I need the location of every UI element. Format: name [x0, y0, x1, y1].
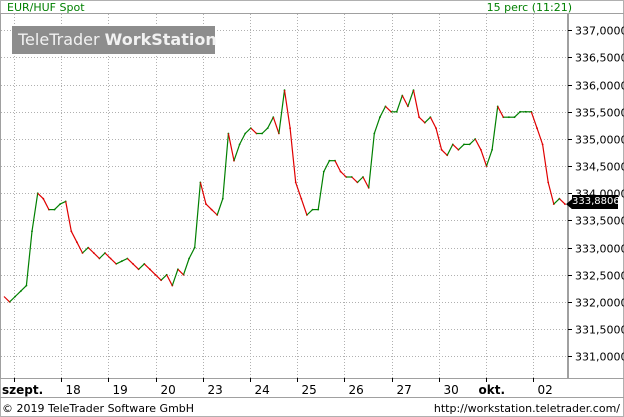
y-tick-label: 335,0000 [575, 134, 624, 147]
last-price-badge: 333,8806 [572, 195, 620, 209]
x-tick-label: 02 [538, 383, 553, 397]
y-tick-label: 334,5000 [575, 161, 624, 174]
teletrader-watermark-logo: TeleTrader WorkStation [12, 26, 217, 54]
watermark-part1: TeleTrader [18, 30, 105, 49]
plot-area [0, 13, 568, 379]
timeframe-label: 15 perc (11:21) [486, 1, 572, 14]
instrument-label: EUR/HUF Spot [7, 1, 85, 14]
website-link[interactable]: http://workstation.teletrader.com/ [434, 402, 620, 415]
y-tick-label: 337,0000 [575, 25, 624, 38]
chart-window: 331,0000 331,5000 332,0000 332,5000 333,0000… [0, 0, 624, 417]
data-point [564, 203, 566, 206]
x-tick-label: okt. [479, 383, 506, 397]
y-tick-label: 335,5000 [575, 107, 624, 120]
watermark-part2: WorkStation [104, 30, 217, 49]
x-tick-label: 25 [302, 383, 317, 397]
x-tick-label: 19 [113, 383, 128, 397]
y-tick-label: 332,0000 [575, 297, 624, 310]
y-tick-label: 332,5000 [575, 270, 624, 283]
x-tick-label: 18 [66, 383, 81, 397]
copyright-text: © 2019 TeleTrader Software GmbH [2, 402, 195, 415]
price-chart[interactable]: 331,0000 331,5000 332,0000 332,5000 333,0000… [0, 0, 624, 417]
y-tick-label: 333,5000 [575, 215, 624, 228]
x-tick-label: szept. [2, 383, 43, 397]
x-tick-label: 30 [444, 383, 459, 397]
x-tick-label: 24 [255, 383, 270, 397]
x-tick-label: 26 [349, 383, 364, 397]
x-tick-label: 27 [397, 383, 412, 397]
y-tick-label: 336,5000 [575, 52, 624, 65]
x-tick-label: 23 [208, 383, 223, 397]
y-tick-label: 336,0000 [575, 80, 624, 93]
y-tick-label: 331,5000 [575, 324, 624, 337]
y-tick-label: 331,0000 [575, 351, 624, 364]
x-tick-label: 20 [161, 383, 176, 397]
y-tick-label: 333,0000 [575, 243, 624, 256]
